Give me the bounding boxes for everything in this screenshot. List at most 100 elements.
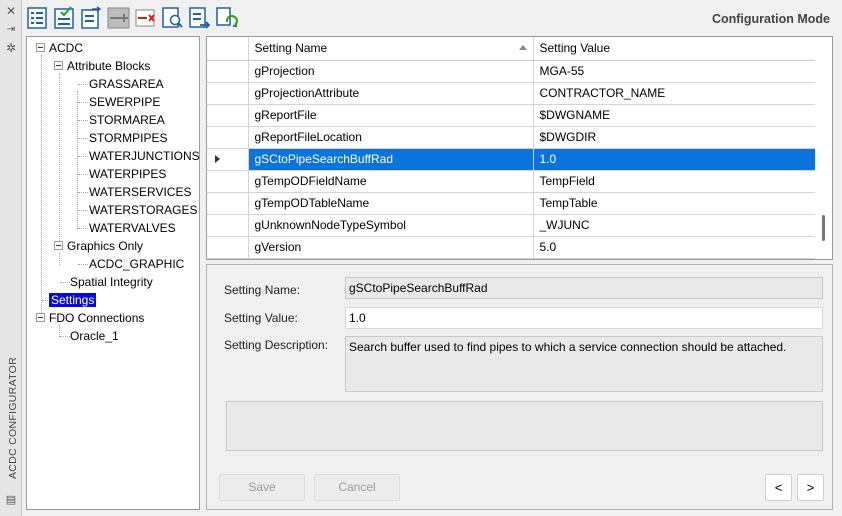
cell-setting-name[interactable]: gReportFileLocation [248, 126, 534, 149]
export-icon[interactable] [188, 6, 211, 30]
setting-name-field: gSCtoPipeSearchBuffRad [345, 277, 823, 299]
tree-label: ACDC_GRAPHIC [89, 257, 185, 271]
list-icon[interactable] [26, 6, 49, 30]
tree-node-graphic[interactable]: ACDC_GRAPHIC [89, 255, 184, 273]
table-row[interactable]: gProjection MGA-55 [207, 60, 818, 83]
column-header-value[interactable]: Setting Value [533, 37, 818, 61]
cell-setting-name[interactable]: gTempODTableName [248, 192, 534, 215]
table-row[interactable]: gProjectionAttribute CONTRACTOR_NAME [207, 82, 818, 105]
row-header[interactable] [207, 214, 249, 237]
row-header[interactable] [207, 60, 249, 83]
cell-setting-name[interactable]: gProjection [248, 60, 534, 83]
collapse-icon[interactable] [36, 313, 45, 323]
table-row[interactable]: gReportFile $DWGNAME [207, 104, 818, 127]
grid-scrollbar[interactable] [815, 37, 832, 259]
config-tree[interactable]: ACDC Attribute Blocks GRASSAREA SEWERPIP… [26, 36, 200, 510]
row-header[interactable] [207, 126, 249, 149]
tree-node-block[interactable]: WATERPIPES [89, 165, 166, 183]
tree-node-graphics-only[interactable]: Graphics Only [54, 237, 143, 255]
current-row-arrow-icon [215, 155, 220, 163]
palette-title: ACDC CONFIGURATOR [2, 357, 20, 486]
cell-setting-name[interactable]: gSCtoPipeSearchBuffRad [248, 148, 534, 171]
row-header[interactable] [207, 82, 249, 105]
table-row[interactable]: gTempODFieldName TempField [207, 170, 818, 193]
settings-grid[interactable]: Setting Name Setting Value gProjection M… [206, 36, 833, 260]
tree-node-block[interactable]: WATERSERVICES [89, 183, 191, 201]
table-row[interactable]: gUnknownNodeTypeSymbol _WJUNC [207, 214, 818, 237]
tree-node-settings[interactable]: Settings [49, 291, 97, 309]
tree-node-spatial-integrity[interactable]: Spatial Integrity [70, 273, 153, 291]
scrollbar-thumb[interactable] [822, 215, 825, 241]
cell-setting-value[interactable]: _WJUNC [533, 214, 818, 237]
tree-label: WATERVALVES [89, 221, 176, 235]
setting-name-label: Setting Name: [224, 283, 301, 297]
column-header-name[interactable]: Setting Name [248, 37, 534, 61]
table-row[interactable]: gTempODTableName TempTable [207, 192, 818, 215]
tree-label: GRASSAREA [89, 77, 164, 91]
collapse-icon[interactable] [36, 43, 45, 53]
checklist-icon[interactable] [53, 6, 76, 30]
search-doc-icon[interactable] [161, 6, 184, 30]
tree-label: STORMAREA [89, 113, 165, 127]
cell-setting-name[interactable]: gReportFile [248, 104, 534, 127]
toolbar [26, 6, 238, 32]
row-header[interactable] [207, 148, 249, 171]
tree-label: WATERSERVICES [89, 185, 192, 199]
row-header-corner [207, 37, 249, 61]
cell-setting-name[interactable]: gUnknownNodeTypeSymbol [248, 214, 534, 237]
row-header[interactable] [207, 192, 249, 215]
tree-node-fdo-connections[interactable]: FDO Connections [36, 309, 144, 327]
cell-setting-name[interactable]: gTempODFieldName [248, 170, 534, 193]
setting-value-input[interactable]: 1.0 [345, 307, 823, 329]
cell-setting-name[interactable]: gVersion [248, 236, 534, 259]
table-row[interactable]: gReportFileLocation $DWGDIR [207, 126, 818, 149]
tree-node-block[interactable]: SEWERPIPE [89, 93, 160, 111]
gear-icon[interactable]: ✲ [5, 42, 17, 54]
tree-label: WATERPIPES [89, 167, 167, 181]
save-button[interactable]: Save [219, 474, 305, 501]
tree-label: Settings [49, 293, 97, 307]
table-row-selected[interactable]: gSCtoPipeSearchBuffRad 1.0 [207, 148, 818, 171]
setting-value-label: Setting Value: [224, 311, 298, 325]
cell-setting-value[interactable]: $DWGNAME [533, 104, 818, 127]
tree-node-block[interactable]: GRASSAREA [89, 75, 164, 93]
tree-label: WATERJUNCTIONS [89, 149, 200, 163]
cell-setting-value[interactable]: 5.0 [533, 236, 818, 259]
column-header-label: Setting Value [539, 41, 611, 56]
tree-label: Oracle_1 [70, 329, 119, 343]
collapse-icon[interactable] [54, 61, 63, 71]
cell-setting-name[interactable]: gProjectionAttribute [248, 82, 534, 105]
properties-icon[interactable]: ▤ [5, 494, 17, 506]
mode-label: Configuration Mode [711, 12, 830, 26]
auto-hide-icon[interactable]: ⇥ [5, 24, 17, 36]
tree-node-block[interactable]: WATERJUNCTIONS [89, 147, 200, 165]
cell-setting-value[interactable]: CONTRACTOR_NAME [533, 82, 818, 105]
tree-node-oracle[interactable]: Oracle_1 [70, 327, 119, 345]
tree-node-block[interactable]: WATERVALVES [89, 219, 176, 237]
cell-setting-value[interactable]: TempTable [533, 192, 818, 215]
cell-setting-value[interactable]: 1.0 [533, 148, 818, 171]
cancel-button[interactable]: Cancel [314, 474, 400, 501]
row-header[interactable] [207, 170, 249, 193]
next-button[interactable]: > [797, 474, 824, 501]
cell-setting-value[interactable]: TempField [533, 170, 818, 193]
tree-node-attribute-blocks[interactable]: Attribute Blocks [54, 57, 150, 75]
close-icon[interactable]: ✕ [5, 5, 17, 17]
tree-node-block[interactable]: WATERSTORAGES [89, 201, 197, 219]
previous-button[interactable]: < [765, 474, 792, 501]
add-row-icon[interactable] [107, 6, 130, 30]
tree-label: Attribute Blocks [67, 59, 151, 73]
collapse-icon[interactable] [54, 241, 63, 251]
import-icon[interactable] [80, 6, 103, 30]
row-header[interactable] [207, 104, 249, 127]
row-header[interactable] [207, 236, 249, 259]
refresh-icon[interactable] [215, 6, 238, 30]
cell-setting-value[interactable]: $DWGDIR [533, 126, 818, 149]
remove-row-icon[interactable] [134, 6, 157, 30]
tree-node-acdc[interactable]: ACDC [36, 39, 83, 57]
cell-setting-value[interactable]: MGA-55 [533, 60, 818, 83]
tree-label: WATERSTORAGES [89, 203, 198, 217]
tree-node-block[interactable]: STORMAREA [89, 111, 165, 129]
tree-node-block[interactable]: STORMPIPES [89, 129, 167, 147]
table-row[interactable]: gVersion 5.0 [207, 236, 818, 259]
